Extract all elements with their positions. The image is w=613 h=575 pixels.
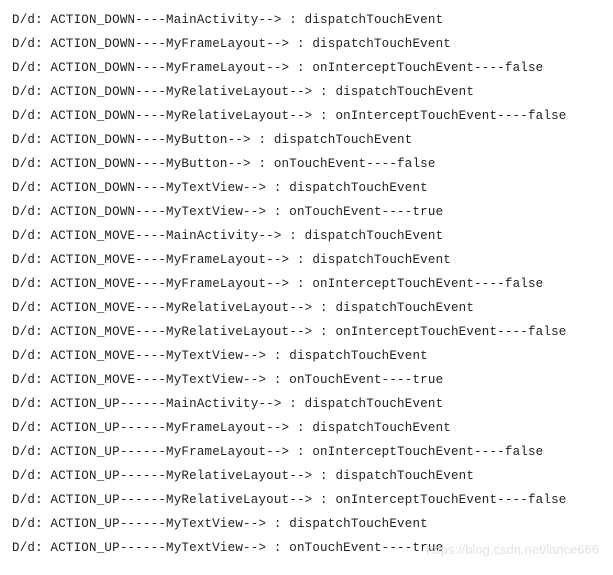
log-line: D/d: ACTION_MOVE----MyRelativeLayout--> … — [12, 320, 601, 344]
log-line: D/d: ACTION_DOWN----MyFrameLayout--> : d… — [12, 32, 601, 56]
log-line: D/d: ACTION_DOWN----MyFrameLayout--> : o… — [12, 56, 601, 80]
log-line: D/d: ACTION_MOVE----MyTextView--> : disp… — [12, 344, 601, 368]
log-line: D/d: ACTION_DOWN----MyTextView--> : onTo… — [12, 200, 601, 224]
log-line: D/d: ACTION_DOWN----MainActivity--> : di… — [12, 8, 601, 32]
log-line: D/d: ACTION_UP------MyTextView--> : disp… — [12, 512, 601, 536]
log-line: D/d: ACTION_MOVE----MyFrameLayout--> : o… — [12, 272, 601, 296]
log-line: D/d: ACTION_DOWN----MyTextView--> : disp… — [12, 176, 601, 200]
log-line: D/d: ACTION_DOWN----MyRelativeLayout--> … — [12, 104, 601, 128]
log-line: D/d: ACTION_UP------MyRelativeLayout--> … — [12, 488, 601, 512]
log-line: D/d: ACTION_UP------MyFrameLayout--> : o… — [12, 440, 601, 464]
log-line: D/d: ACTION_MOVE----MyTextView--> : onTo… — [12, 368, 601, 392]
log-line: D/d: ACTION_UP------MyRelativeLayout--> … — [12, 464, 601, 488]
log-line: D/d: ACTION_MOVE----MainActivity--> : di… — [12, 224, 601, 248]
log-line: D/d: ACTION_UP------MainActivity--> : di… — [12, 392, 601, 416]
log-line: D/d: ACTION_DOWN----MyButton--> : dispat… — [12, 128, 601, 152]
log-line: D/d: ACTION_DOWN----MyButton--> : onTouc… — [12, 152, 601, 176]
log-line: D/d: ACTION_UP------MyTextView--> : onTo… — [12, 536, 601, 560]
log-line: D/d: ACTION_DOWN----MyRelativeLayout--> … — [12, 80, 601, 104]
logcat-output: D/d: ACTION_DOWN----MainActivity--> : di… — [12, 8, 601, 560]
log-line: D/d: ACTION_UP------MyFrameLayout--> : d… — [12, 416, 601, 440]
log-line: D/d: ACTION_MOVE----MyRelativeLayout--> … — [12, 296, 601, 320]
log-line: D/d: ACTION_MOVE----MyFrameLayout--> : d… — [12, 248, 601, 272]
